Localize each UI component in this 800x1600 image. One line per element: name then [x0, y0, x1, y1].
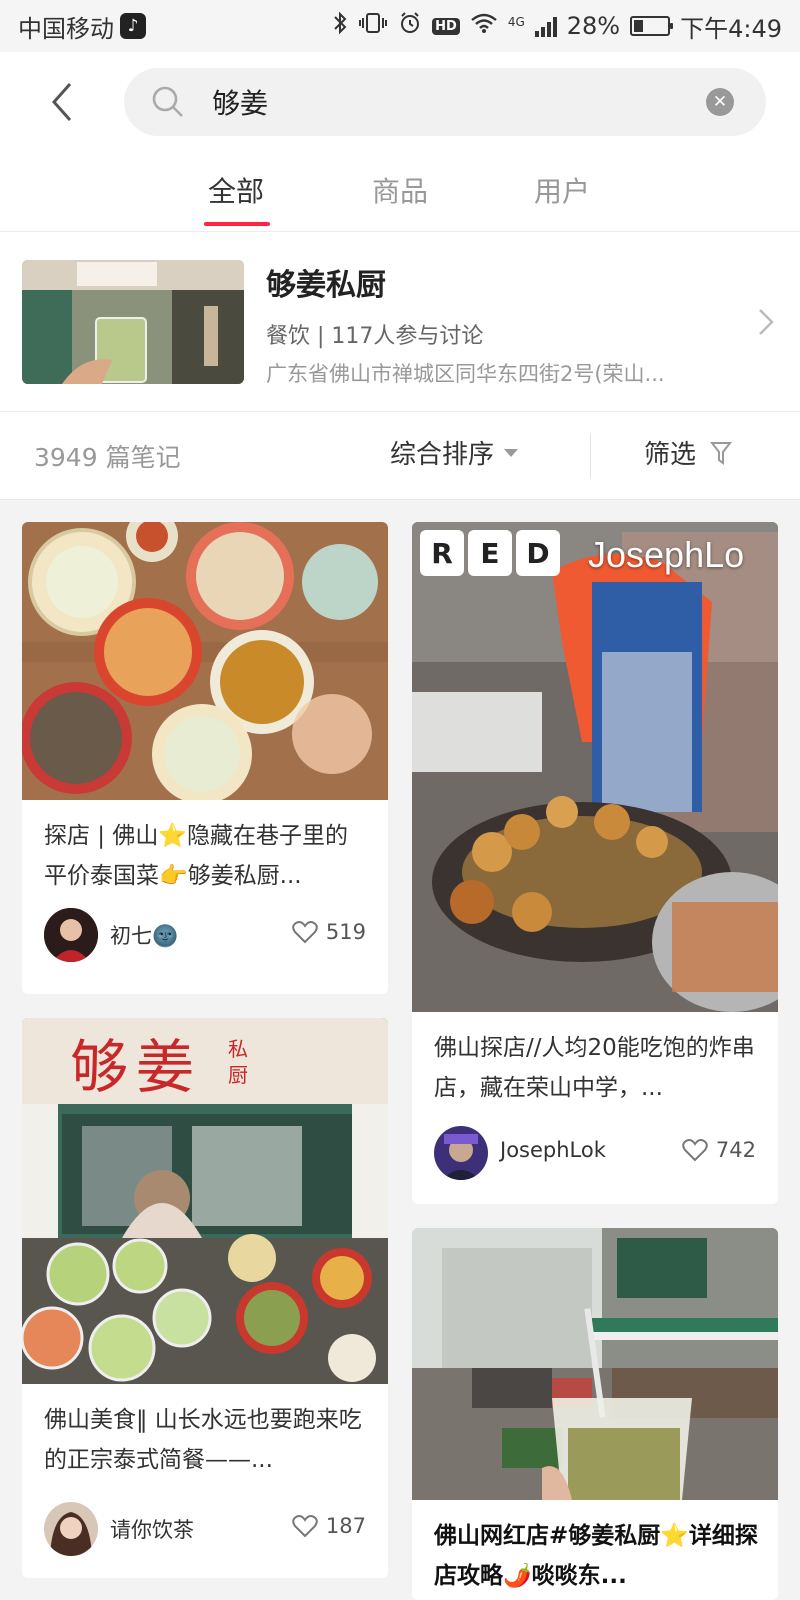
alarm-icon [398, 11, 422, 41]
filter-button[interactable]: 筛选 [644, 434, 733, 471]
back-button[interactable] [42, 76, 82, 128]
battery-icon [630, 16, 674, 36]
note-image [412, 1228, 778, 1500]
note-image: 够姜 私厨 [22, 1018, 388, 1384]
search-header: ✕ [0, 52, 800, 152]
watermark-letter: R [420, 530, 464, 576]
filter-bar: 3949 篇笔记 综合排序 筛选 [0, 412, 800, 500]
note-title: 探店 | 佛山⭐隐藏在巷子里的平价泰国菜👉够姜私厨... [44, 823, 349, 889]
network-label: 4G [507, 14, 525, 29]
search-input[interactable] [212, 78, 682, 126]
result-tabs: 全部 商品 用户 [0, 152, 800, 232]
avatar [44, 908, 98, 962]
active-tab-indicator [204, 222, 270, 226]
wifi-icon [470, 12, 498, 40]
tiktok-icon: ♪ [120, 13, 146, 39]
author-name[interactable]: 请你饮茶 [110, 1514, 194, 1544]
poi-meta: 餐饮 | 117人参与讨论 [266, 324, 484, 349]
divider [590, 434, 591, 478]
like-button[interactable]: 742 [682, 1138, 756, 1162]
search-icon [152, 86, 183, 117]
heart-icon [292, 1515, 318, 1538]
clock: 下午4:49 [680, 14, 782, 43]
status-bar: 中国移动 ♪ HD 4G 28% 下午4:49 [0, 0, 800, 52]
poi-thumbnail [22, 260, 244, 384]
author-name[interactable]: JosephLok [500, 1138, 606, 1162]
note-image [22, 522, 388, 800]
battery-percent: 28% [566, 12, 621, 40]
chevron-right-icon [759, 309, 774, 335]
sign-text: 够姜 [70, 1033, 203, 1101]
watermark-letter: E [468, 530, 512, 576]
bluetooth-icon [332, 11, 348, 41]
note-title: 佛山网红店#够姜私厨⭐详细探店攻略🌶️啖啖东... [434, 1523, 758, 1589]
watermark-letter: D [516, 530, 560, 576]
author-name[interactable]: 初七🌚 [110, 920, 178, 950]
tab-goods[interactable]: 商品 [350, 170, 450, 210]
sign-small-text: 私厨 [228, 1037, 248, 1087]
search-box[interactable]: ✕ [124, 68, 766, 136]
avatar [434, 1126, 488, 1180]
avatar [44, 1502, 98, 1556]
watermark-name: JosephLo [588, 534, 745, 575]
note-card[interactable]: 探店 | 佛山⭐隐藏在巷子里的平价泰国菜👉够姜私厨... 初七🌚 519 [22, 522, 388, 994]
like-count: 519 [325, 920, 366, 944]
like-button[interactable]: 187 [292, 1514, 366, 1538]
heart-icon [682, 1139, 708, 1162]
sort-label: 综合排序 [390, 440, 495, 470]
poi-card[interactable]: 够姜私厨 餐饮 | 117人参与讨论 广东省佛山市禅城区同华东四街2号(荣山..… [0, 232, 800, 412]
signal-icon [534, 15, 557, 37]
vibrate-icon [358, 11, 388, 41]
caret-down-icon [504, 448, 519, 457]
notes-count: 3949 篇笔记 [34, 443, 181, 472]
poi-name: 够姜私厨 [266, 268, 386, 303]
tab-all[interactable]: 全部 [186, 170, 286, 210]
note-card[interactable]: R E D JosephLo 佛山探店//人均20能吃饱的炸串店，藏在荣山中学，… [412, 522, 778, 1204]
filter-label: 筛选 [644, 440, 697, 470]
like-button[interactable]: 519 [292, 920, 366, 944]
carrier-label: 中国移动 [18, 14, 114, 43]
note-image: R E D JosephLo [412, 522, 778, 1012]
sort-dropdown[interactable]: 综合排序 [390, 434, 519, 471]
note-card[interactable]: 佛山网红店#够姜私厨⭐详细探店攻略🌶️啖啖东... [412, 1228, 778, 1600]
like-count: 742 [715, 1138, 756, 1162]
chevron-left-icon [51, 83, 72, 121]
like-count: 187 [325, 1514, 366, 1538]
poi-address: 广东省佛山市禅城区同华东四街2号(荣山... [266, 362, 665, 386]
heart-icon [292, 921, 318, 944]
funnel-icon [710, 441, 733, 465]
tab-users[interactable]: 用户 [512, 170, 612, 210]
clear-icon[interactable]: ✕ [706, 88, 734, 116]
note-card[interactable]: 够姜 私厨 佛山美食‖ 山长水远也要跑来吃的正宗泰式简餐——... 请你饮茶 1… [22, 1018, 388, 1578]
red-watermark: R E D [420, 530, 560, 576]
hd-icon: HD [432, 17, 460, 35]
note-title: 佛山美食‖ 山长水远也要跑来吃的正宗泰式简餐——... [44, 1407, 362, 1473]
note-title: 佛山探店//人均20能吃饱的炸串店，藏在荣山中学，... [434, 1035, 755, 1101]
